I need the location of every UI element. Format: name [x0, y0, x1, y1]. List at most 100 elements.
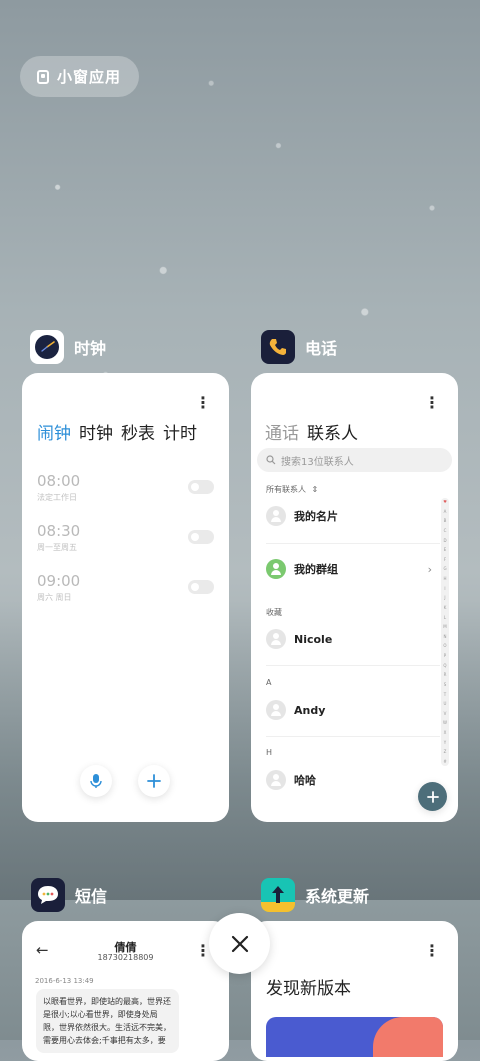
- alphabet-index-letter[interactable]: X: [444, 731, 447, 735]
- avatar: [266, 629, 286, 649]
- close-icon: [231, 935, 248, 952]
- alphabet-index-scrollbar[interactable]: ♥ A B C D E F G H I J K L M N O P Q R S T U V W X Y Z #: [441, 498, 449, 766]
- microphone-icon: [90, 774, 102, 788]
- contact-row[interactable]: Nicole: [266, 628, 432, 650]
- phone-app-icon: [261, 330, 295, 364]
- alphabet-index-letter[interactable]: P: [444, 654, 446, 658]
- tab-clock[interactable]: 时钟: [79, 419, 113, 444]
- alphabet-index-letter[interactable]: A: [444, 509, 447, 514]
- tab-contacts[interactable]: 联系人: [307, 419, 358, 444]
- alphabet-index-letter[interactable]: Y: [444, 740, 446, 745]
- add-alarm-button[interactable]: [138, 765, 170, 797]
- alarm-time: 09:00: [37, 572, 81, 590]
- divider: [266, 543, 440, 544]
- contact-row[interactable]: 哈哈: [266, 769, 432, 791]
- all-contacts-filter[interactable]: 所有联系人 ⇕: [266, 484, 318, 495]
- section-letter: H: [266, 748, 273, 757]
- alphabet-index-letter[interactable]: F: [444, 557, 446, 562]
- alarm-repeat: 周六 周日: [37, 593, 72, 602]
- alphabet-index-letter[interactable]: Q: [443, 663, 446, 668]
- alarm-item[interactable]: 08:00 法定工作日: [37, 472, 80, 503]
- system-update-app-card[interactable]: ⋮ 发现新版本: [251, 921, 458, 1061]
- alarm-item[interactable]: 09:00 周六 周日: [37, 572, 80, 603]
- tab-calls[interactable]: 通话: [265, 419, 299, 444]
- my-card-label: 我的名片: [294, 510, 338, 523]
- add-contact-button[interactable]: [418, 782, 447, 811]
- new-version-heading: 发现新版本: [266, 979, 351, 999]
- alarm-toggle[interactable]: [188, 530, 214, 544]
- sms-app-header[interactable]: 短信: [31, 878, 107, 912]
- alphabet-index-letter[interactable]: W: [443, 721, 447, 725]
- alarm-toggle[interactable]: [188, 480, 214, 494]
- alphabet-index-letter[interactable]: G: [443, 567, 446, 571]
- alphabet-index-letter[interactable]: D: [443, 538, 446, 543]
- update-more-icon[interactable]: ⋮: [424, 943, 440, 959]
- clock-more-icon[interactable]: ⋮: [195, 395, 211, 411]
- update-app-title: 系统更新: [305, 887, 370, 906]
- alphabet-index-letter[interactable]: Z: [444, 750, 447, 754]
- alphabet-index-letter[interactable]: O: [443, 644, 446, 648]
- alphabet-index-letter[interactable]: C: [444, 528, 447, 533]
- phone-tabs: 通话 联系人: [265, 419, 358, 444]
- search-icon: [266, 455, 276, 465]
- alarm-time: 08:00: [37, 472, 81, 490]
- update-app-header[interactable]: 系统更新: [261, 878, 369, 912]
- alphabet-index-letter[interactable]: B: [444, 519, 447, 523]
- sms-app-card[interactable]: ← 倩倩 18730218809 ⋮ 2016-6-13 13:49 以眼看世界…: [22, 921, 229, 1061]
- all-contacts-label: 所有联系人: [266, 485, 306, 494]
- alphabet-index-letter[interactable]: V: [444, 711, 447, 716]
- update-banner-image: [266, 1017, 443, 1057]
- my-card-row[interactable]: 我的名片: [266, 505, 432, 527]
- clock-app-header[interactable]: 时钟: [30, 330, 106, 364]
- contact-name: Nicole: [294, 632, 333, 646]
- sms-app-icon: [31, 878, 65, 912]
- system-update-app-icon: [261, 878, 295, 912]
- small-window-apps-button[interactable]: 小窗应用: [20, 56, 139, 97]
- sort-icon: ⇕: [311, 485, 319, 494]
- alphabet-index-letter[interactable]: I: [444, 586, 445, 591]
- clear-all-button[interactable]: [209, 913, 270, 974]
- chevron-right-icon: ›: [427, 562, 432, 576]
- sms-message-bubble[interactable]: 以眼看世界，即使站的最高，世界还是很小;以心看世界，即使身处局限，世界依然很大。…: [36, 989, 179, 1053]
- alphabet-index-letter[interactable]: T: [444, 692, 446, 697]
- plus-icon: [147, 774, 161, 788]
- my-groups-label: 我的群组: [294, 563, 338, 576]
- avatar: [266, 506, 286, 526]
- tab-alarm[interactable]: 闹钟: [37, 419, 71, 444]
- sms-date: 2016-6-13 13:49: [35, 977, 94, 985]
- phone-more-icon[interactable]: ⋮: [424, 395, 440, 411]
- alphabet-index-letter[interactable]: H: [443, 577, 446, 581]
- contact-row[interactable]: Andy: [266, 699, 432, 721]
- alphabet-index-letter[interactable]: U: [444, 702, 447, 706]
- voice-alarm-button[interactable]: [80, 765, 112, 797]
- clock-app-icon: [30, 330, 64, 364]
- small-window-icon: [37, 69, 49, 84]
- alphabet-index-letter[interactable]: N: [444, 634, 447, 639]
- contact-name: Andy: [294, 703, 326, 717]
- alphabet-index-letter[interactable]: R: [444, 673, 447, 677]
- alphabet-index-letter[interactable]: M: [443, 625, 446, 629]
- alarm-item[interactable]: 08:30 周一至周五: [37, 522, 80, 553]
- alphabet-index-letter[interactable]: S: [444, 682, 447, 687]
- favorites-section-label: 收藏: [266, 608, 282, 617]
- alarm-repeat: 周一至周五: [37, 543, 77, 552]
- tab-stopwatch[interactable]: 秒表: [121, 419, 155, 444]
- alarm-toggle[interactable]: [188, 580, 214, 594]
- my-groups-row[interactable]: 我的群组 ›: [266, 558, 432, 580]
- group-icon: [266, 559, 286, 579]
- alphabet-index-letter[interactable]: K: [444, 605, 447, 610]
- phone-app-header[interactable]: 电话: [261, 330, 337, 364]
- avatar: [266, 770, 286, 790]
- tab-timer[interactable]: 计时: [163, 419, 197, 444]
- contact-search-input[interactable]: 搜索13位联系人: [257, 448, 452, 472]
- avatar: [266, 700, 286, 720]
- alphabet-index-letter[interactable]: L: [444, 615, 446, 620]
- alphabet-index-letter[interactable]: J: [444, 596, 445, 600]
- alphabet-index-letter[interactable]: E: [444, 548, 447, 552]
- clock-app-card[interactable]: ⋮ 闹钟 时钟 秒表 计时 08:00 法定工作日 08:30 周一至周五 09…: [22, 373, 229, 822]
- phone-app-card[interactable]: ⋮ 通话 联系人 搜索13位联系人 所有联系人 ⇕ 我的名片 我的群组 › 收藏…: [251, 373, 458, 822]
- clock-tabs: 闹钟 时钟 秒表 计时: [37, 419, 197, 444]
- alphabet-index-letter[interactable]: #: [443, 759, 446, 764]
- alphabet-index-letter[interactable]: ♥: [443, 500, 447, 504]
- divider: [266, 736, 440, 737]
